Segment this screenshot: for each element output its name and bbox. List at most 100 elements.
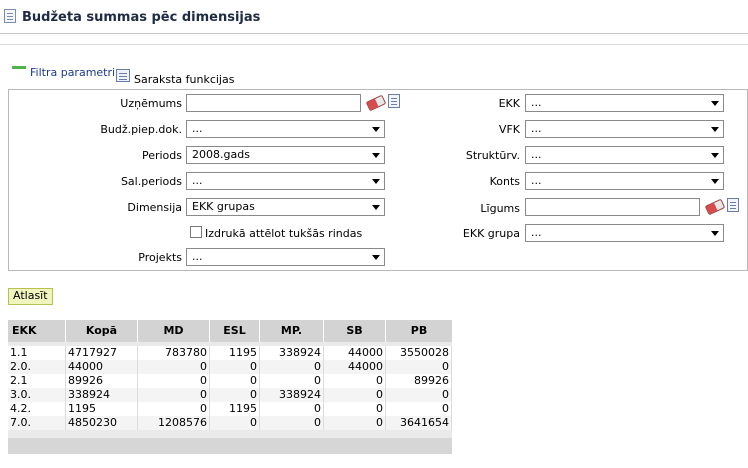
- chevron-down-icon: [372, 255, 380, 260]
- divider: [0, 44, 748, 45]
- struct-value: ...: [531, 148, 542, 161]
- project-label: Projekts: [138, 251, 182, 264]
- account-value: ...: [531, 174, 542, 187]
- table-row[interactable]: 2.0. 44000 0 0 0 44000 0: [8, 360, 452, 374]
- vfk-select[interactable]: ...: [525, 120, 724, 138]
- cell: 89926: [386, 374, 452, 388]
- ekk-value: ...: [531, 96, 542, 109]
- budget-doc-label: Budž.piep.dok.: [100, 123, 182, 136]
- cell: 4717927: [66, 346, 138, 360]
- active-tab-indicator: [12, 66, 26, 69]
- cell: 0: [386, 402, 452, 416]
- column-header[interactable]: EKK grupa: [8, 320, 66, 359]
- cell: 44000: [324, 346, 386, 360]
- table-row[interactable]: 3.0. 338924 0 0 338924 0 0: [8, 388, 452, 402]
- tab-filter-parameters[interactable]: Filtra parametri: [30, 66, 115, 79]
- cell: 0: [386, 388, 452, 402]
- cell: 0: [324, 374, 386, 388]
- cell: 783780: [138, 346, 210, 360]
- table-row[interactable]: 2.1 89926 0 0 0 0 89926: [8, 374, 452, 388]
- cell: 0: [386, 360, 452, 374]
- dimension-label: Dimensija: [127, 201, 182, 214]
- cell: 0: [210, 416, 260, 430]
- vfk-label: VFK: [498, 123, 520, 136]
- cell: 2.1: [8, 374, 66, 388]
- page-icon: [4, 9, 16, 23]
- ekk-select[interactable]: ...: [525, 94, 724, 112]
- chevron-down-icon: [711, 231, 719, 236]
- table-row[interactable]: 4.2. 1195 0 1195 0 0 0: [8, 402, 452, 416]
- cell: 338924: [66, 388, 138, 402]
- cell: 338924: [260, 388, 324, 402]
- project-select[interactable]: ...: [186, 248, 385, 266]
- dimension-value: EKK grupas: [192, 200, 255, 213]
- cell: 0: [210, 360, 260, 374]
- cell: 0: [260, 374, 324, 388]
- period-label: Periods: [141, 149, 182, 162]
- chevron-down-icon: [711, 153, 719, 158]
- cell: 1208576: [138, 416, 210, 430]
- struct-select[interactable]: ...: [525, 146, 724, 164]
- print-empty-label: Izdrukā attēlot tukšās rindas: [205, 227, 363, 240]
- cell: 3.0.: [8, 388, 66, 402]
- cell: 0: [324, 402, 386, 416]
- ekk-label: EKK: [498, 97, 520, 110]
- table-header: EKK grupa Kopā MD ESL MP. SB PB: [8, 320, 452, 359]
- cell: 0: [324, 388, 386, 402]
- cell: 4.2.: [8, 402, 66, 416]
- ekk-group-value: ...: [531, 226, 542, 239]
- cell: 3641654: [386, 416, 452, 430]
- column-header[interactable]: MP.: [260, 320, 324, 342]
- tab-list-functions[interactable]: Saraksta funkcijas: [134, 73, 234, 86]
- search-button[interactable]: Atlasīt: [8, 288, 53, 305]
- ekk-group-label: EKK grupa: [462, 227, 520, 240]
- budget-doc-value: ...: [192, 122, 203, 135]
- sal-period-label: Sal.periods: [120, 175, 182, 188]
- chevron-down-icon: [711, 179, 719, 184]
- chevron-down-icon: [711, 127, 719, 132]
- table-row[interactable]: 7.0. 4850230 1208576 0 0 0 3641654: [8, 416, 452, 430]
- sal-period-value: ...: [192, 174, 203, 187]
- cell: 0: [260, 360, 324, 374]
- company-input[interactable]: [186, 94, 361, 112]
- column-header[interactable]: MD: [138, 320, 210, 342]
- contract-input[interactable]: [525, 198, 700, 216]
- company-label: Uzņēmums: [120, 97, 182, 110]
- cell: 1195: [66, 402, 138, 416]
- lookup-list-icon[interactable]: [727, 198, 739, 212]
- account-label: Konts: [489, 175, 520, 188]
- vfk-value: ...: [531, 122, 542, 135]
- table-footer: [8, 438, 452, 454]
- cell: 0: [260, 402, 324, 416]
- print-empty-checkbox[interactable]: [190, 226, 202, 238]
- struct-label: Struktūrv.: [465, 149, 520, 162]
- chevron-down-icon: [711, 101, 719, 106]
- cell: 1195: [210, 346, 260, 360]
- column-header[interactable]: Kopā: [66, 320, 138, 342]
- cell: 3550028: [386, 346, 452, 360]
- cell: 0: [260, 416, 324, 430]
- cell: 0: [138, 374, 210, 388]
- cell: 1.1: [8, 346, 66, 360]
- results-table: EKK grupa Kopā MD ESL MP. SB PB 1.1 4717…: [8, 320, 452, 454]
- cell: 0: [324, 416, 386, 430]
- project-value: ...: [192, 250, 203, 263]
- cell: 89926: [66, 374, 138, 388]
- account-select[interactable]: ...: [525, 172, 724, 190]
- column-header[interactable]: SB: [324, 320, 386, 342]
- column-header[interactable]: ESL: [210, 320, 260, 342]
- cell: 0: [210, 388, 260, 402]
- table-row[interactable]: 1.1 4717927 783780 1195 338924 44000 355…: [8, 346, 452, 360]
- cell: 1195: [210, 402, 260, 416]
- ekk-group-select[interactable]: ...: [525, 224, 724, 242]
- divider: [0, 33, 748, 34]
- cell: 0: [138, 360, 210, 374]
- cell: 2.0.: [8, 360, 66, 374]
- column-header[interactable]: PB: [386, 320, 452, 342]
- cell: 0: [138, 388, 210, 402]
- period-value: 2008.gads: [192, 148, 250, 161]
- cell: 0: [138, 402, 210, 416]
- list-functions-icon[interactable]: [116, 69, 130, 82]
- cell: 338924: [260, 346, 324, 360]
- page-title: Budžeta summas pēc dimensijas: [22, 10, 261, 25]
